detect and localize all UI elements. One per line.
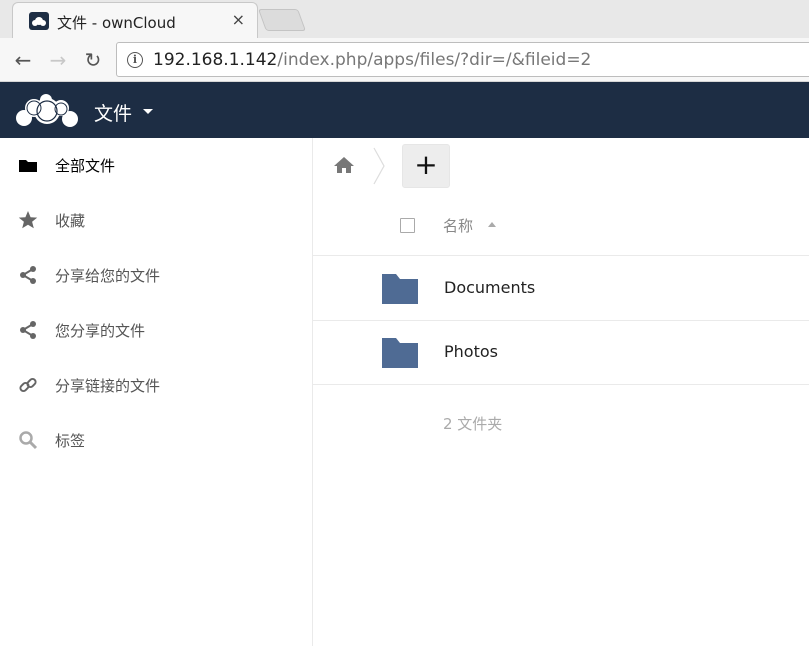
url-path: /index.php/apps/files/?dir=/&fileid=2: [277, 50, 592, 70]
share-icon: [20, 266, 36, 284]
app-header: 文件: [0, 82, 809, 138]
sidebar-item-favorites[interactable]: 收藏: [0, 193, 313, 248]
sidebar-item-label: 分享给您的文件: [55, 267, 161, 285]
sidebar-item-label: 全部文件: [55, 157, 116, 175]
file-summary: 2 文件夹: [443, 415, 503, 433]
search-icon: [19, 431, 38, 450]
sort-ascending-icon[interactable]: [488, 222, 496, 227]
tab-close-icon[interactable]: ×: [232, 11, 245, 29]
sidebar-item-shared-with-you[interactable]: 分享给您的文件: [0, 248, 313, 303]
folder-icon: [382, 274, 418, 304]
app-navigation: 全部文件 收藏 分享给您的文件 您分享的文件 分享链接的文件 标签: [0, 138, 313, 646]
sidebar-item-label: 您分享的文件: [55, 322, 146, 340]
browser-toolbar: ← → ↻ i 192.168.1.142/index.php/apps/fil…: [0, 38, 809, 82]
home-icon[interactable]: [333, 156, 355, 174]
column-name-header[interactable]: 名称: [443, 215, 473, 236]
sidebar-item-all-files[interactable]: 全部文件: [0, 138, 313, 193]
breadcrumb-separator-icon: [373, 147, 385, 185]
link-icon: [19, 377, 37, 393]
file-name[interactable]: Photos: [444, 342, 498, 361]
chevron-down-icon[interactable]: [143, 109, 153, 114]
forward-arrow-icon[interactable]: →: [45, 47, 71, 73]
star-icon: [18, 211, 38, 229]
share-icon: [20, 321, 36, 339]
table-row[interactable]: Photos: [313, 321, 809, 385]
reload-icon[interactable]: ↻: [80, 47, 106, 73]
app-menu-label[interactable]: 文件: [94, 99, 132, 126]
tab-title: 文件 - ownCloud: [57, 14, 176, 32]
browser-tabstrip: 文件 - ownCloud ×: [0, 0, 809, 38]
file-list-header: 名称: [313, 200, 809, 256]
sidebar-item-tags[interactable]: 标签: [0, 413, 313, 468]
folder-icon: [382, 338, 418, 368]
sidebar-item-label: 标签: [55, 432, 86, 450]
url-host: 192.168.1.142: [153, 50, 278, 70]
info-icon[interactable]: i: [127, 52, 143, 68]
file-name[interactable]: Documents: [444, 278, 535, 297]
sidebar-item-shared-with-others[interactable]: 您分享的文件: [0, 303, 313, 358]
folder-icon: [19, 160, 37, 172]
new-tab-button[interactable]: [257, 9, 307, 31]
sidebar-item-label: 分享链接的文件: [55, 377, 161, 395]
sidebar-item-shared-by-link[interactable]: 分享链接的文件: [0, 358, 313, 413]
table-row[interactable]: Documents: [313, 257, 809, 321]
browser-tab[interactable]: 文件 - ownCloud ×: [12, 2, 258, 38]
url-text[interactable]: 192.168.1.142/index.php/apps/files/?dir=…: [153, 50, 591, 70]
owncloud-favicon-icon: [29, 12, 49, 30]
back-arrow-icon[interactable]: ←: [10, 47, 36, 73]
select-all-checkbox[interactable]: [400, 218, 415, 233]
address-bar[interactable]: i 192.168.1.142/index.php/apps/files/?di…: [116, 42, 809, 77]
app-content: + 名称 Documents Photos 2 文件夹: [313, 138, 809, 646]
new-file-button[interactable]: +: [402, 144, 450, 188]
owncloud-logo-icon[interactable]: [14, 90, 80, 134]
sidebar-item-label: 收藏: [55, 212, 86, 230]
